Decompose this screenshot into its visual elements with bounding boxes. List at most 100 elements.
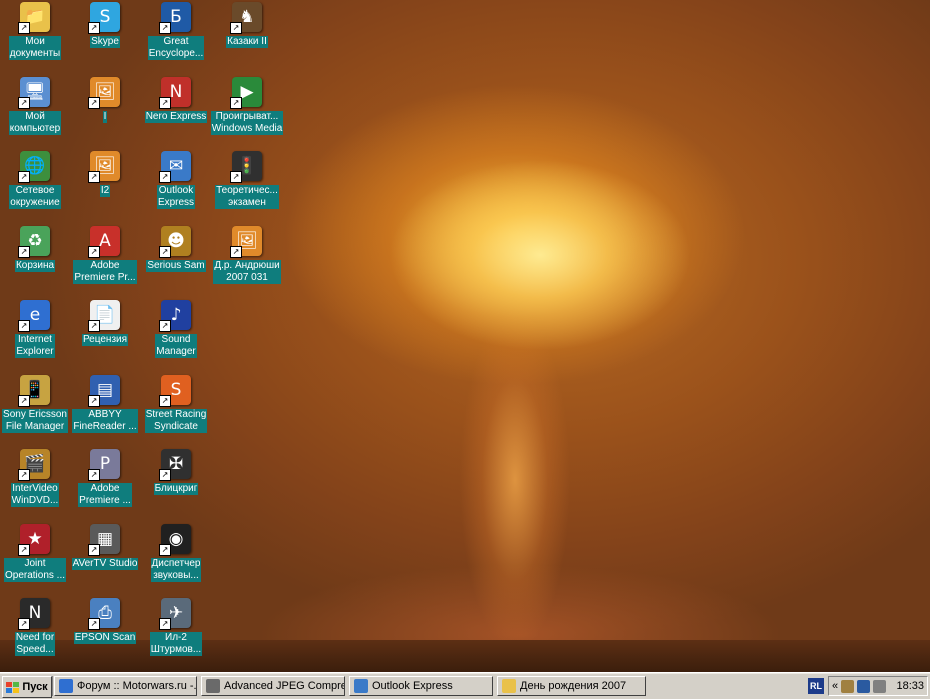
desktop-icon[interactable]: ▤ ↗ ABBYY FineReader ...: [68, 373, 142, 433]
cossacks-icon: ♞ ↗: [230, 2, 262, 34]
system-tray: « 18:33: [828, 676, 928, 696]
desktop-icon[interactable]: ▦ ↗ AVerTV Studio: [68, 522, 142, 570]
shortcut-arrow-icon: ↗: [159, 22, 171, 34]
tray-network-icon[interactable]: [857, 679, 871, 693]
desktop-icon[interactable]: S ↗ Skype: [68, 0, 142, 48]
shortcut-arrow-icon: ↗: [88, 469, 100, 481]
desktop-icon-label: EPSON Scan: [73, 632, 137, 644]
desktop-icon-label: Блицкриг: [153, 483, 199, 495]
tray-app-icon[interactable]: [841, 679, 855, 693]
desktop-icon-label: Internet Explorer: [15, 334, 55, 358]
shortcut-arrow-icon: ↗: [230, 96, 242, 109]
desktop-icon-label: Сетевое окружение: [9, 185, 61, 209]
shortcut-arrow-icon: ↗: [159, 394, 171, 407]
desktop-icon[interactable]: ⎙ ↗ EPSON Scan: [68, 596, 142, 644]
shortcut-arrow-icon: ↗: [159, 320, 171, 332]
taskbar-button[interactable]: Advanced JPEG Compres...: [201, 676, 345, 696]
shortcut-arrow-icon: ↗: [88, 543, 100, 556]
shortcut-arrow-icon: ↗: [88, 394, 100, 407]
jpeg-file-icon: 🖼 ↗: [88, 151, 120, 183]
desktop[interactable]: 📁 ↗ Мои документы 🖥 ↗ Мой компьютер 🌐 ↗ Сетевое …: [0, 0, 930, 672]
desktop-icon[interactable]: ♪ ↗ Sound Manager: [139, 298, 213, 358]
desktop-icon[interactable]: 📁 ↗ Мои документы: [0, 0, 72, 60]
shortcut-arrow-icon: ↗: [18, 394, 30, 407]
desktop-icon[interactable]: 📱 ↗ Sony Ericsson File Manager: [0, 373, 72, 433]
outlook-express-icon: [354, 679, 368, 693]
taskbar-button[interactable]: Форум :: Motorwars.ru -...: [54, 676, 197, 696]
desktop-icon-label: Sound Manager: [155, 334, 197, 358]
desktop-icon[interactable]: ✈ ↗ Ил-2 Штурмов...: [139, 596, 213, 656]
scanner-icon: ▤ ↗: [88, 374, 120, 407]
shortcut-arrow-icon: ↗: [18, 171, 30, 183]
desktop-icon-label: Adobe Premiere Pr...: [73, 259, 137, 284]
sound-manager-icon: ♪ ↗: [159, 300, 191, 332]
desktop-icon[interactable]: 🖼 ↗ Д.р. Андрюши 2007 031: [210, 224, 284, 284]
start-label: Пуск: [22, 681, 48, 693]
desktop-icon[interactable]: ♻ ↗ Корзина: [0, 224, 72, 272]
desktop-icon[interactable]: 🎬 ↗ InterVideo WinDVD...: [0, 447, 72, 507]
desktop-icon[interactable]: 📄 ↗ Рецензия: [68, 298, 142, 346]
desktop-icon-label: Теоретичес... экзамен: [215, 185, 279, 209]
shortcut-arrow-icon: ↗: [159, 469, 171, 481]
desktop-icon[interactable]: ✠ ↗ Блицкриг: [139, 447, 213, 495]
language-indicator[interactable]: RL: [808, 678, 824, 694]
clock[interactable]: 18:33: [896, 680, 924, 692]
desktop-icon[interactable]: 🖥 ↗ Мой компьютер: [0, 75, 72, 135]
desktop-icon[interactable]: Б ↗ Great Encyclope...: [139, 0, 213, 60]
shortcut-arrow-icon: ↗: [159, 171, 171, 183]
desktop-icon[interactable]: N ↗ Need for Speed...: [0, 596, 72, 656]
internet-explorer-icon: e ↗: [18, 300, 50, 332]
shortcut-arrow-icon: ↗: [88, 22, 100, 34]
desktop-icon-label: Мой компьютер: [8, 110, 62, 135]
desktop-icon[interactable]: ♞ ↗ Казаки II: [210, 0, 284, 48]
desktop-icon[interactable]: N ↗ Nero Express: [139, 75, 213, 123]
desktop-icon-label: Ил-2 Штурмов...: [149, 632, 203, 656]
desktop-icon-label: Диспетчер звуковы...: [150, 557, 202, 582]
encyclopedia-icon: Б ↗: [159, 2, 191, 34]
jpeg-file-icon: 🖼 ↗: [230, 225, 262, 258]
desktop-icon[interactable]: ◉ ↗ Диспетчер звуковы...: [139, 522, 213, 582]
desktop-icon-label: Serious Sam: [146, 259, 206, 272]
taskbar-button-label: Форум :: Motorwars.ru -...: [77, 680, 197, 692]
desktop-icon-label: AVerTV Studio: [71, 557, 139, 570]
desktop-icon[interactable]: A ↗ Adobe Premiere Pr...: [68, 224, 142, 284]
skype-icon: S ↗: [88, 2, 120, 34]
desktop-icon-label: Outlook Express: [156, 185, 196, 209]
desktop-icon[interactable]: ★ ↗ Joint Operations ...: [0, 522, 72, 582]
taskbar-button[interactable]: Outlook Express: [349, 676, 493, 696]
desktop-icon-label: Корзина: [14, 259, 56, 272]
tray-expand-chevron[interactable]: «: [832, 680, 838, 692]
shortcut-arrow-icon: ↗: [230, 171, 242, 183]
desktop-icon[interactable]: e ↗ Internet Explorer: [0, 298, 72, 358]
shortcut-arrow-icon: ↗: [18, 320, 30, 332]
desktop-icon[interactable]: 🖼 ↗ I: [68, 75, 142, 123]
desktop-icon[interactable]: 🌐 ↗ Сетевое окружение: [0, 149, 72, 209]
desktop-icon[interactable]: S ↗ Street Racing Syndicate: [139, 373, 213, 433]
taskbar: Пуск Форум :: Motorwars.ru -... Advanced …: [0, 672, 930, 699]
shortcut-arrow-icon: ↗: [159, 543, 171, 556]
desktop-icon[interactable]: ☻ ↗ Serious Sam: [139, 224, 213, 272]
start-button[interactable]: Пуск: [2, 676, 52, 698]
desktop-icon-label: Great Encyclope...: [147, 36, 205, 60]
desktop-icon-label: ABBYY FineReader ...: [72, 408, 138, 433]
tray-volume-icon[interactable]: [873, 679, 887, 693]
desktop-icon[interactable]: 🖼 ↗ I2: [68, 149, 142, 197]
shortcut-arrow-icon: ↗: [88, 171, 100, 183]
racing-game-icon: N ↗: [18, 598, 50, 630]
desktop-icon[interactable]: ▶ ↗ Проигрыват... Windows Media: [210, 75, 284, 135]
desktop-icon-label: Казаки II: [226, 36, 268, 48]
shortcut-arrow-icon: ↗: [18, 22, 30, 34]
recycle-bin-icon: ♻ ↗: [18, 225, 50, 258]
desktop-icon[interactable]: ✉ ↗ Outlook Express: [139, 149, 213, 209]
shortcut-arrow-icon: ↗: [18, 469, 30, 481]
desktop-icon[interactable]: P ↗ Adobe Premiere ...: [68, 447, 142, 507]
jpeg-file-icon: 🖼 ↗: [88, 76, 120, 109]
traffic-light-icon: 🚦 ↗: [230, 151, 262, 183]
windows-media-player-icon: ▶ ↗: [230, 76, 262, 109]
jpeg-compressor-icon: [206, 679, 220, 693]
desktop-icon-label: I: [102, 110, 108, 123]
taskbar-button[interactable]: День рождения 2007: [497, 676, 646, 696]
desktop-icon[interactable]: 🚦 ↗ Теоретичес... экзамен: [210, 149, 284, 209]
street-racing-icon: S ↗: [159, 374, 191, 407]
folder-icon: 📁 ↗: [18, 2, 50, 34]
